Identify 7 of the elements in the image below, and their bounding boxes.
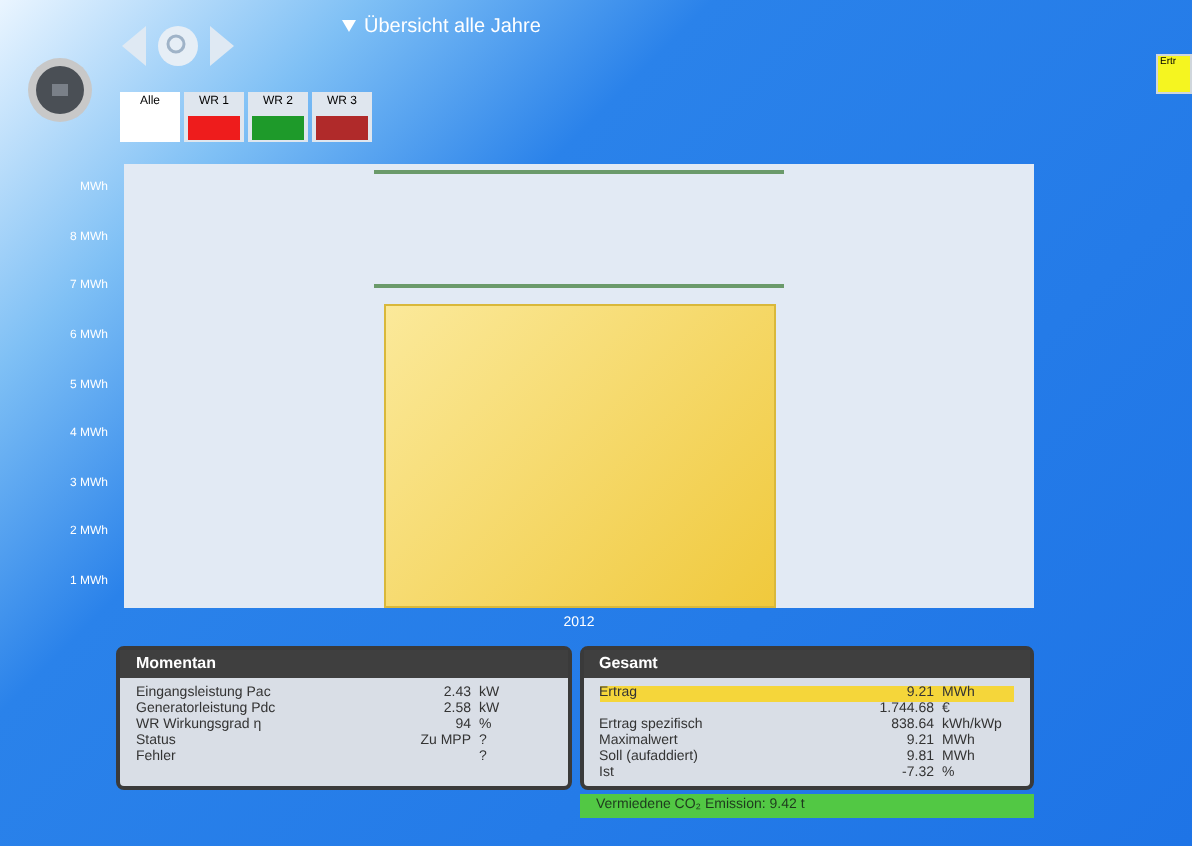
search-icon[interactable] xyxy=(156,24,200,68)
gauge-icon xyxy=(26,56,94,124)
dropdown-icon[interactable] xyxy=(342,20,356,32)
panel-title: Momentan xyxy=(120,649,567,677)
back-icon[interactable] xyxy=(120,24,148,68)
panel-title: Gesamt xyxy=(583,649,1030,677)
forward-icon[interactable] xyxy=(208,24,236,68)
